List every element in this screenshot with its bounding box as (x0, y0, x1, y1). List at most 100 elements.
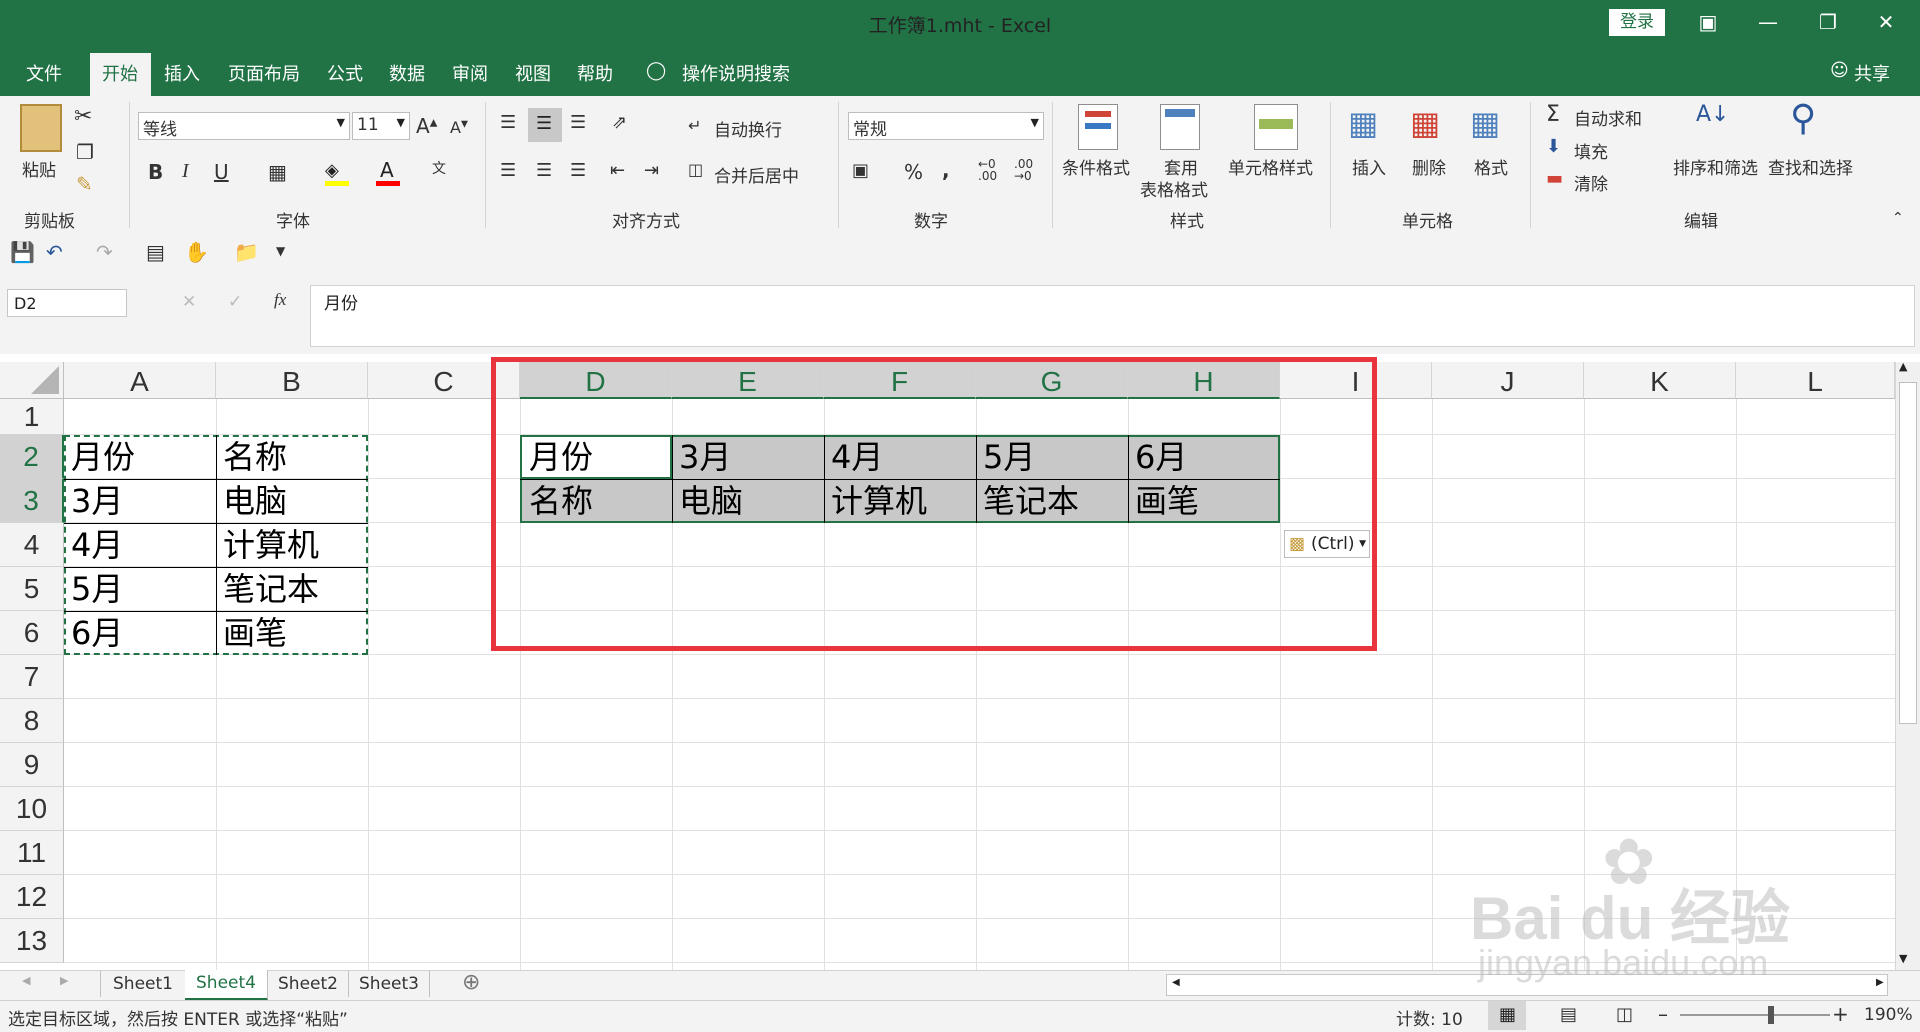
touch-mode-icon[interactable]: ✋ (184, 240, 209, 264)
cell-a5[interactable]: 5月 (66, 567, 123, 611)
vertical-scroll-thumb[interactable] (1899, 382, 1917, 724)
cut-icon[interactable]: ✂ (74, 104, 92, 129)
zoom-slider-track[interactable] (1680, 1014, 1830, 1016)
enter-icon[interactable]: ✓ (228, 292, 242, 312)
eraser-icon[interactable]: ▬ (1546, 168, 1563, 189)
row-header-2[interactable]: 2 (0, 435, 64, 479)
fill-icon[interactable]: ⬇ (1546, 136, 1561, 157)
clear-button[interactable]: 清除 (1574, 170, 1608, 195)
undo-icon[interactable]: ↶ (46, 240, 63, 264)
conditional-format-button[interactable]: 条件格式 (1062, 154, 1130, 179)
decrease-decimal-icon[interactable]: .00 →0 (1014, 158, 1033, 182)
bold-icon[interactable]: B (148, 160, 163, 184)
cell-styles-button[interactable]: 单元格样式 (1228, 154, 1313, 179)
tab-formulas[interactable]: 公式 (327, 60, 363, 86)
add-sheet-icon[interactable]: ⊕ (462, 970, 480, 995)
copy-icon[interactable]: ❐ (76, 140, 94, 164)
cell-a2[interactable]: 月份 (66, 435, 135, 479)
autosum-button[interactable]: 自动求和 (1574, 105, 1642, 130)
orientation-icon[interactable]: ⇗ (612, 112, 627, 133)
restore-button[interactable]: ❐ (1808, 6, 1848, 38)
row-header-13[interactable]: 13 (0, 919, 64, 963)
scroll-down-arrow[interactable]: ▼ (1899, 952, 1907, 965)
delete-cells-icon[interactable]: ▦ (1410, 104, 1440, 142)
font-name-select[interactable]: 等线 ▼ (138, 112, 350, 140)
sheet-tab-4-active[interactable]: Sheet4 (185, 970, 268, 1001)
cell-b4[interactable]: 计算机 (218, 523, 319, 567)
format-as-table-icon[interactable] (1160, 104, 1200, 150)
column-header-a[interactable]: A (64, 362, 216, 399)
tab-help[interactable]: 帮助 (577, 60, 613, 86)
column-header-b[interactable]: B (216, 362, 368, 399)
align-middle-button[interactable]: ☰ (528, 108, 562, 142)
tab-view[interactable]: 视图 (515, 60, 551, 86)
cell-b3[interactable]: 电脑 (218, 479, 287, 523)
align-bottom-icon[interactable]: ☰ (570, 112, 586, 133)
tab-page-layout[interactable]: 页面布局 (228, 60, 300, 86)
sheet-tab-3[interactable]: Sheet3 (349, 971, 430, 997)
align-top-icon[interactable]: ☰ (500, 112, 516, 133)
row-header-10[interactable]: 10 (0, 787, 64, 831)
font-color-icon[interactable]: A (376, 158, 400, 186)
align-left-icon[interactable]: ☰ (500, 160, 516, 181)
share-button[interactable]: 共享 (1854, 60, 1890, 86)
column-header-j[interactable]: J (1432, 362, 1584, 399)
wrap-text-icon[interactable]: ↵ (688, 116, 701, 135)
zoom-out-icon[interactable]: – (1658, 1002, 1668, 1026)
decrease-font-icon[interactable]: A▼ (450, 118, 468, 137)
scroll-left-arrow[interactable]: ◀ (1172, 977, 1180, 988)
cell-b6[interactable]: 画笔 (218, 611, 287, 655)
normal-view-button[interactable]: ▦ (1488, 1001, 1526, 1030)
cell-b5[interactable]: 笔记本 (218, 567, 319, 611)
row-header-11[interactable]: 11 (0, 831, 64, 875)
paste-icon[interactable] (20, 104, 62, 152)
sheet-tab-1[interactable]: Sheet1 (100, 971, 186, 997)
column-header-k[interactable]: K (1584, 362, 1736, 399)
page-layout-view-icon[interactable]: ▤ (1560, 1004, 1577, 1025)
zoom-level[interactable]: 190% (1864, 1005, 1913, 1025)
border-icon[interactable]: ▦ (268, 160, 287, 184)
tab-data[interactable]: 数据 (389, 60, 425, 86)
phonetic-icon[interactable]: 文 (432, 158, 446, 178)
format-cells-button[interactable]: 格式 (1474, 154, 1508, 179)
insert-cells-button[interactable]: 插入 (1352, 154, 1386, 179)
zoom-in-icon[interactable]: + (1832, 1002, 1849, 1026)
font-size-select[interactable]: 11 ▼ (352, 112, 410, 140)
fill-button[interactable]: 填充 (1574, 138, 1608, 163)
wrap-text-button[interactable]: 自动换行 (714, 116, 782, 141)
italic-icon[interactable]: I (182, 160, 189, 183)
cell-b2[interactable]: 名称 (218, 435, 287, 479)
tab-scroll-right-icon[interactable]: ▶ (60, 974, 68, 987)
format-cells-icon[interactable]: ▦ (1470, 104, 1500, 142)
number-format-select[interactable]: 常规 ▼ (848, 112, 1044, 140)
cancel-icon[interactable]: ✕ (182, 292, 196, 312)
paste-button-label[interactable]: 粘贴 (22, 156, 56, 181)
column-header-l[interactable]: L (1736, 362, 1895, 399)
sort-filter-icon[interactable]: A↓ (1696, 102, 1729, 127)
scroll-up-arrow[interactable]: ▲ (1899, 360, 1907, 373)
row-header-7[interactable]: 7 (0, 655, 64, 699)
merge-center-button[interactable]: 合并后居中 (714, 162, 799, 187)
search-icon[interactable]: ⚲ (1790, 98, 1816, 139)
insert-cells-icon[interactable]: ▦ (1348, 104, 1378, 142)
conditional-format-icon[interactable] (1078, 104, 1118, 150)
cell-a6[interactable]: 6月 (66, 611, 123, 655)
find-select-button[interactable]: 查找和选择 (1768, 154, 1853, 179)
fill-color-icon[interactable]: ◈ (325, 160, 349, 186)
save-icon[interactable]: 💾 (10, 240, 35, 264)
format-painter-icon[interactable]: ✎ (76, 172, 93, 196)
formula-input[interactable] (310, 285, 1915, 347)
row-header-9[interactable]: 9 (0, 743, 64, 787)
cell-a4[interactable]: 4月 (66, 523, 123, 567)
format-as-table-button-2[interactable]: 表格格式 (1140, 176, 1208, 201)
collapse-ribbon-icon[interactable]: ⌃ (1892, 210, 1904, 226)
tab-file[interactable]: 文件 (26, 60, 62, 86)
comma-icon[interactable]: , (942, 158, 950, 182)
tell-me-search[interactable]: 操作说明搜索 (682, 60, 790, 86)
sort-filter-button[interactable]: 排序和筛选 (1673, 154, 1758, 179)
page-setup-icon[interactable]: ▤ (146, 240, 165, 264)
customize-qat-icon[interactable]: ▼ (276, 244, 285, 258)
increase-indent-icon[interactable]: ⇥ (644, 160, 659, 181)
increase-font-icon[interactable]: A▲ (416, 114, 437, 138)
autosum-icon[interactable]: Σ (1546, 102, 1560, 127)
